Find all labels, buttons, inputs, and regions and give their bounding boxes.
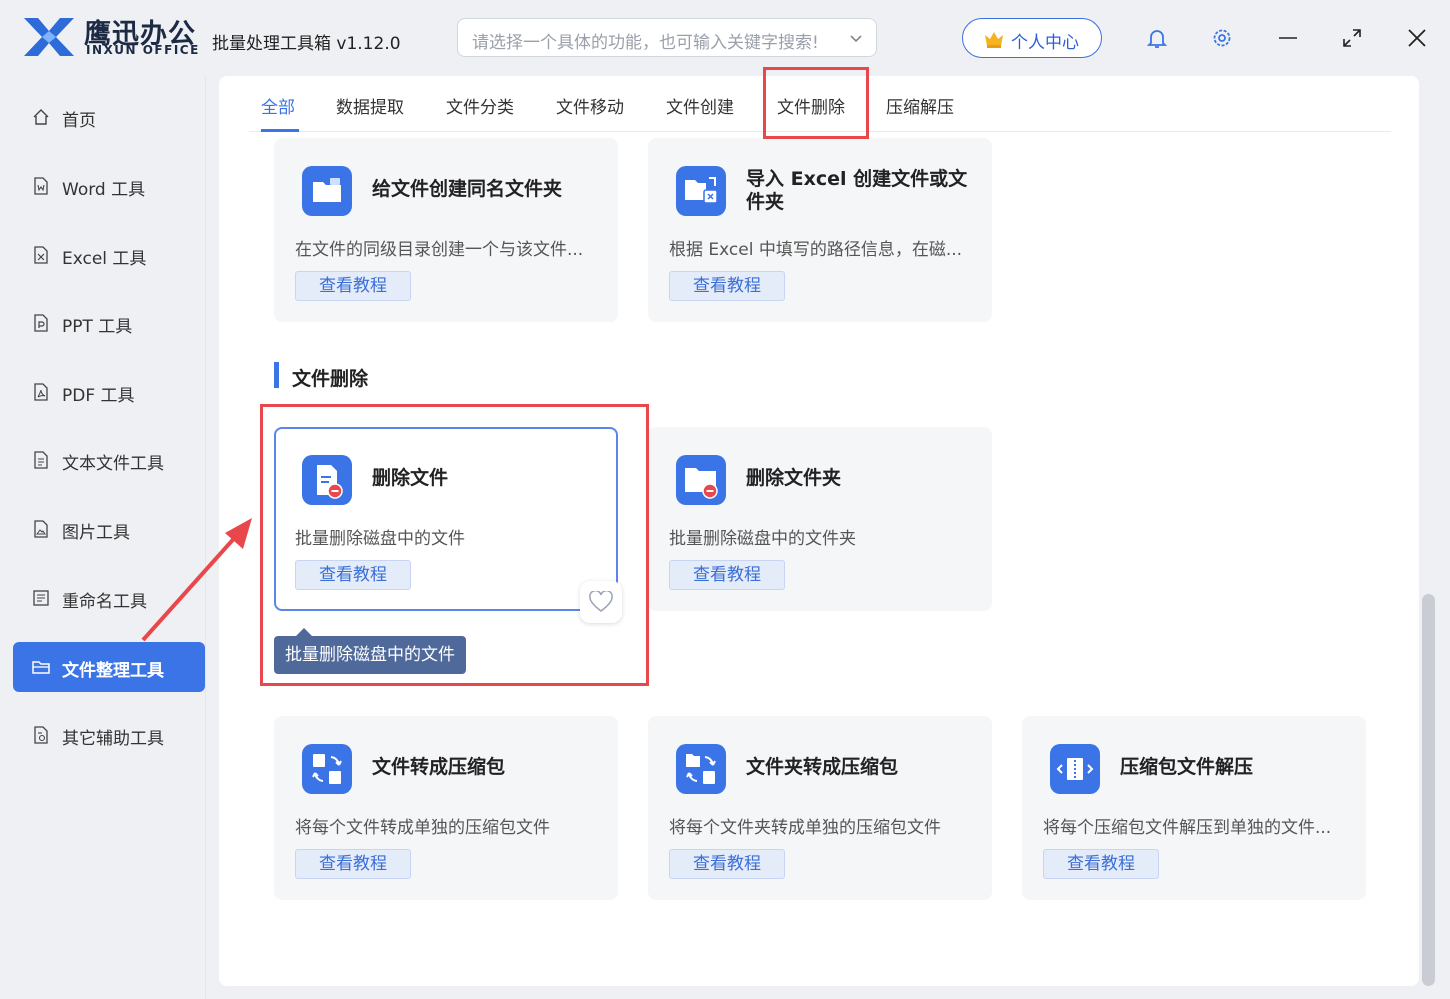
- tab-file-classify[interactable]: 文件分类: [446, 93, 514, 118]
- sidebar-item-label: 文件整理工具: [62, 661, 164, 681]
- delete-file-icon: [302, 455, 352, 505]
- word-file-icon: [34, 177, 48, 195]
- brand-name-en: INXUN OFFICE: [86, 43, 200, 57]
- delete-folder-icon: [676, 455, 726, 505]
- active-tab-underline: [261, 129, 299, 132]
- card-title: 导入 Excel 创建文件或文件夹: [746, 168, 968, 213]
- home-icon: [33, 109, 49, 125]
- tools-icon: [34, 726, 48, 744]
- card-description: 将每个压缩包文件解压到单独的文件...: [1043, 818, 1332, 838]
- scrollbar[interactable]: [1421, 76, 1437, 986]
- sidebar-item-excel[interactable]: Excel 工具: [13, 230, 205, 280]
- sidebar-item-ppt[interactable]: PPT 工具: [13, 298, 205, 348]
- tab-data-extract[interactable]: 数据提取: [336, 93, 404, 118]
- sidebar-item-label: 其它辅助工具: [62, 729, 164, 749]
- folder-to-zip-icon: [676, 744, 726, 794]
- card-description: 将每个文件转成单独的压缩包文件: [295, 818, 550, 838]
- title-bar: 鹰迅办公 INXUN OFFICE 批量处理工具箱 v1.12.0 请选择一个具…: [0, 0, 1450, 76]
- card-description: 根据 Excel 中填写的路径信息，在磁...: [669, 240, 963, 260]
- sidebar-item-word[interactable]: Word 工具: [13, 161, 205, 211]
- sidebar-item-label: 首页: [62, 111, 96, 131]
- sidebar-item-rename[interactable]: 重命名工具: [13, 573, 205, 623]
- view-tutorial-button[interactable]: 查看教程: [669, 560, 785, 590]
- close-icon[interactable]: [1405, 26, 1429, 50]
- image-file-icon: [34, 520, 48, 538]
- sidebar-item-pdf[interactable]: PDF 工具: [13, 367, 205, 417]
- view-tutorial-button[interactable]: 查看教程: [1043, 849, 1159, 879]
- tool-card-file-to-zip[interactable]: 文件转成压缩包 将每个文件转成单独的压缩包文件 查看教程: [274, 716, 618, 900]
- card-title: 给文件创建同名文件夹: [372, 178, 563, 200]
- tool-card-create-same-name-folder[interactable]: 给文件创建同名文件夹 在文件的同级目录创建一个与该文件... 查看教程: [274, 138, 618, 322]
- folder-icon: [32, 661, 50, 674]
- card-title: 删除文件夹: [746, 467, 842, 489]
- user-center-label: 个人中心: [1011, 33, 1079, 53]
- folder-create-icon: [302, 166, 352, 216]
- crown-icon: [985, 32, 1003, 48]
- sidebar-item-label: 图片工具: [62, 523, 130, 543]
- user-center-button[interactable]: 个人中心: [962, 18, 1102, 58]
- pdf-file-icon: [34, 383, 48, 401]
- tab-file-delete[interactable]: 文件删除: [777, 93, 845, 118]
- bell-icon[interactable]: [1145, 26, 1169, 50]
- card-title: 文件夹转成压缩包: [746, 756, 899, 778]
- sidebar-item-file-organize[interactable]: 文件整理工具: [13, 642, 205, 692]
- tooltip: 批量删除磁盘中的文件: [274, 628, 466, 674]
- chevron-down-icon[interactable]: [848, 30, 864, 46]
- sidebar-item-label: 重命名工具: [62, 592, 147, 612]
- tab-compress[interactable]: 压缩解压: [886, 93, 954, 118]
- gear-icon[interactable]: [1210, 26, 1234, 50]
- tab-all[interactable]: 全部: [261, 93, 295, 118]
- sidebar-item-other-tools[interactable]: 其它辅助工具: [13, 710, 205, 760]
- tool-card-excel-create[interactable]: 导入 Excel 创建文件或文件夹 根据 Excel 中填写的路径信息，在磁..…: [648, 138, 992, 322]
- excel-import-icon: [676, 166, 726, 216]
- favorite-heart-button[interactable]: [580, 581, 622, 623]
- tab-bar: 全部 数据提取 文件分类 文件移动 文件创建 文件删除 压缩解压: [249, 76, 1391, 132]
- card-description: 批量删除磁盘中的文件夹: [669, 529, 856, 549]
- tool-card-delete-folder[interactable]: 删除文件夹 批量删除磁盘中的文件夹 查看教程: [648, 427, 992, 611]
- sidebar-item-label: Word 工具: [62, 180, 146, 200]
- sidebar-item-label: PPT 工具: [62, 317, 133, 337]
- search-placeholder: 请选择一个具体的功能，也可输入关键字搜索!: [472, 33, 819, 53]
- sidebar: 首页 Word 工具 Excel 工具 PPT 工具 PDF 工具 文本文件工具…: [0, 76, 206, 999]
- view-tutorial-button[interactable]: 查看教程: [295, 271, 411, 301]
- sidebar-item-text[interactable]: 文本文件工具: [13, 435, 205, 485]
- text-file-icon: [34, 451, 48, 469]
- tool-card-unzip[interactable]: 压缩包文件解压 将每个压缩包文件解压到单独的文件... 查看教程: [1022, 716, 1366, 900]
- app-title: 批量处理工具箱 v1.12.0: [212, 34, 401, 54]
- tool-card-folder-to-zip[interactable]: 文件夹转成压缩包 将每个文件夹转成单独的压缩包文件 查看教程: [648, 716, 992, 900]
- main-panel: 全部 数据提取 文件分类 文件移动 文件创建 文件删除 压缩解压 给文件创建同名…: [219, 76, 1419, 986]
- maximize-icon[interactable]: [1340, 26, 1364, 50]
- view-tutorial-button[interactable]: 查看教程: [669, 271, 785, 301]
- sidebar-item-label: PDF 工具: [62, 386, 135, 406]
- app-logo-icon: [24, 18, 74, 56]
- card-description: 将每个文件夹转成单独的压缩包文件: [669, 818, 941, 838]
- section-accent-bar: [274, 362, 279, 388]
- sidebar-item-image[interactable]: 图片工具: [13, 504, 205, 554]
- card-title: 文件转成压缩包: [372, 756, 506, 778]
- sidebar-item-label: 文本文件工具: [62, 454, 164, 474]
- scrollbar-thumb[interactable]: [1422, 594, 1435, 986]
- card-title: 删除文件: [372, 467, 449, 489]
- minimize-icon[interactable]: [1276, 26, 1300, 50]
- tool-card-delete-file[interactable]: 删除文件 批量删除磁盘中的文件 查看教程: [274, 427, 618, 611]
- search-input[interactable]: 请选择一个具体的功能，也可输入关键字搜索!: [457, 18, 877, 57]
- view-tutorial-button[interactable]: 查看教程: [295, 560, 411, 590]
- tab-file-move[interactable]: 文件移动: [556, 93, 624, 118]
- ppt-file-icon: [34, 314, 48, 332]
- heart-icon: [589, 591, 613, 612]
- file-to-zip-icon: [302, 744, 352, 794]
- section-title-text: 文件删除: [292, 368, 369, 390]
- tab-file-create[interactable]: 文件创建: [666, 93, 734, 118]
- unzip-icon: [1050, 744, 1100, 794]
- sidebar-item-label: Excel 工具: [62, 249, 147, 269]
- view-tutorial-button[interactable]: 查看教程: [669, 849, 785, 879]
- card-description: 批量删除磁盘中的文件: [295, 529, 465, 549]
- card-description: 在文件的同级目录创建一个与该文件...: [295, 240, 584, 260]
- rename-icon: [33, 590, 49, 606]
- view-tutorial-button[interactable]: 查看教程: [295, 849, 411, 879]
- sidebar-item-home[interactable]: 首页: [13, 92, 205, 142]
- card-title: 压缩包文件解压: [1120, 756, 1254, 778]
- excel-file-icon: [34, 246, 48, 264]
